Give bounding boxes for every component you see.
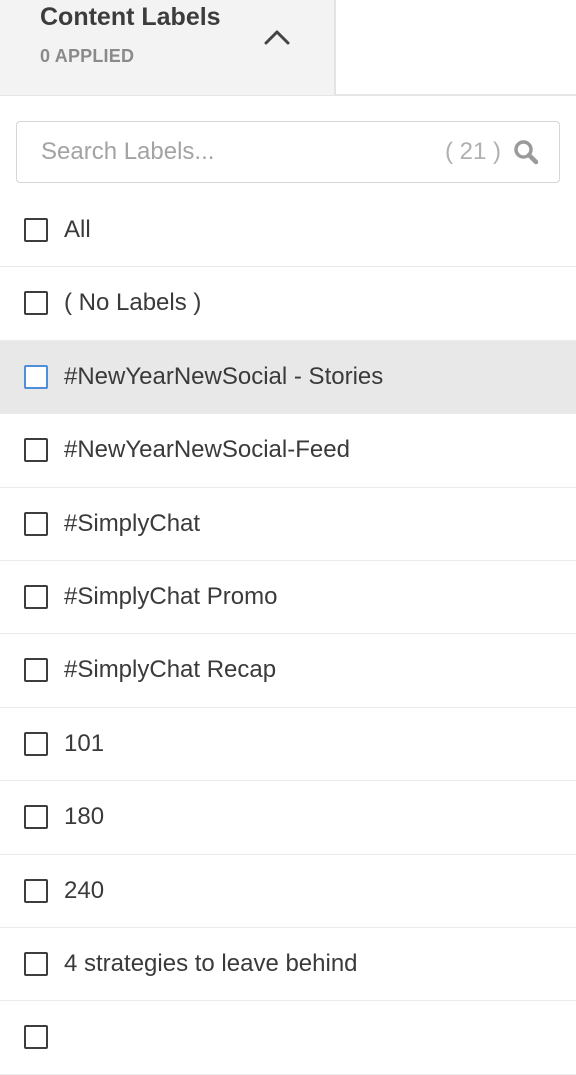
checkbox[interactable] <box>24 658 48 683</box>
label-text: #NewYearNewSocial-Feed <box>64 436 350 464</box>
label-text: 240 <box>64 876 105 904</box>
label-item-240[interactable]: 240 <box>0 855 576 928</box>
label-text: 180 <box>64 803 105 831</box>
content-labels-toggle[interactable]: Content Labels 0 APPLIED <box>0 0 336 95</box>
checkbox[interactable] <box>24 1025 48 1050</box>
checkbox[interactable] <box>24 364 48 389</box>
checkbox[interactable] <box>24 951 48 976</box>
label-text: 4 strategies to leave behind <box>64 949 358 977</box>
label-text: #NewYearNewSocial - Stories <box>64 362 384 390</box>
label-text: All <box>64 216 91 243</box>
label-item-newyearnewsocial-feed[interactable]: #NewYearNewSocial-Feed <box>0 414 576 488</box>
checkbox[interactable] <box>24 511 48 536</box>
label-text: 101 <box>64 729 105 757</box>
label-text: #SimplyChat <box>64 509 201 537</box>
label-text: #SimplyChat Recap <box>64 656 277 684</box>
label-item-simplychat-recap[interactable]: #SimplyChat Recap <box>0 634 576 708</box>
applied-count: 0 APPLIED <box>40 46 135 66</box>
label-item-partial[interactable] <box>0 1001 576 1075</box>
label-item-101[interactable]: 101 <box>0 708 576 782</box>
search-input[interactable] <box>41 122 421 181</box>
label-list: All ( No Labels ) #NewYearNewSocial - St… <box>0 194 576 1075</box>
checkbox[interactable] <box>24 438 48 463</box>
label-count: ( 21 ) <box>444 138 501 165</box>
checkbox[interactable] <box>24 291 48 316</box>
chevron-up-icon[interactable] <box>263 26 291 48</box>
label-item-no-labels[interactable]: ( No Labels ) <box>0 267 576 341</box>
content-labels-header: Content Labels 0 APPLIED <box>0 0 576 96</box>
label-item-simplychat-promo[interactable]: #SimplyChat Promo <box>0 561 576 635</box>
search-icon[interactable] <box>513 139 539 165</box>
checkbox[interactable] <box>24 731 48 756</box>
label-item-180[interactable]: 180 <box>0 781 576 855</box>
label-item-newyearnewsocial-stories[interactable]: #NewYearNewSocial - Stories <box>0 340 576 415</box>
search-box: ( 21 ) <box>16 121 560 183</box>
content-labels-title: Content Labels <box>40 3 221 31</box>
label-item-4-strategies[interactable]: 4 strategies to leave behind <box>0 928 576 1002</box>
label-text: ( No Labels ) <box>64 289 202 317</box>
checkbox[interactable] <box>24 218 48 242</box>
checkbox[interactable] <box>24 878 48 903</box>
checkbox[interactable] <box>24 584 48 609</box>
label-item-simplychat[interactable]: #SimplyChat <box>0 488 576 561</box>
label-item-all[interactable]: All <box>0 194 576 268</box>
label-text: #SimplyChat Promo <box>64 582 278 610</box>
checkbox[interactable] <box>24 805 48 830</box>
